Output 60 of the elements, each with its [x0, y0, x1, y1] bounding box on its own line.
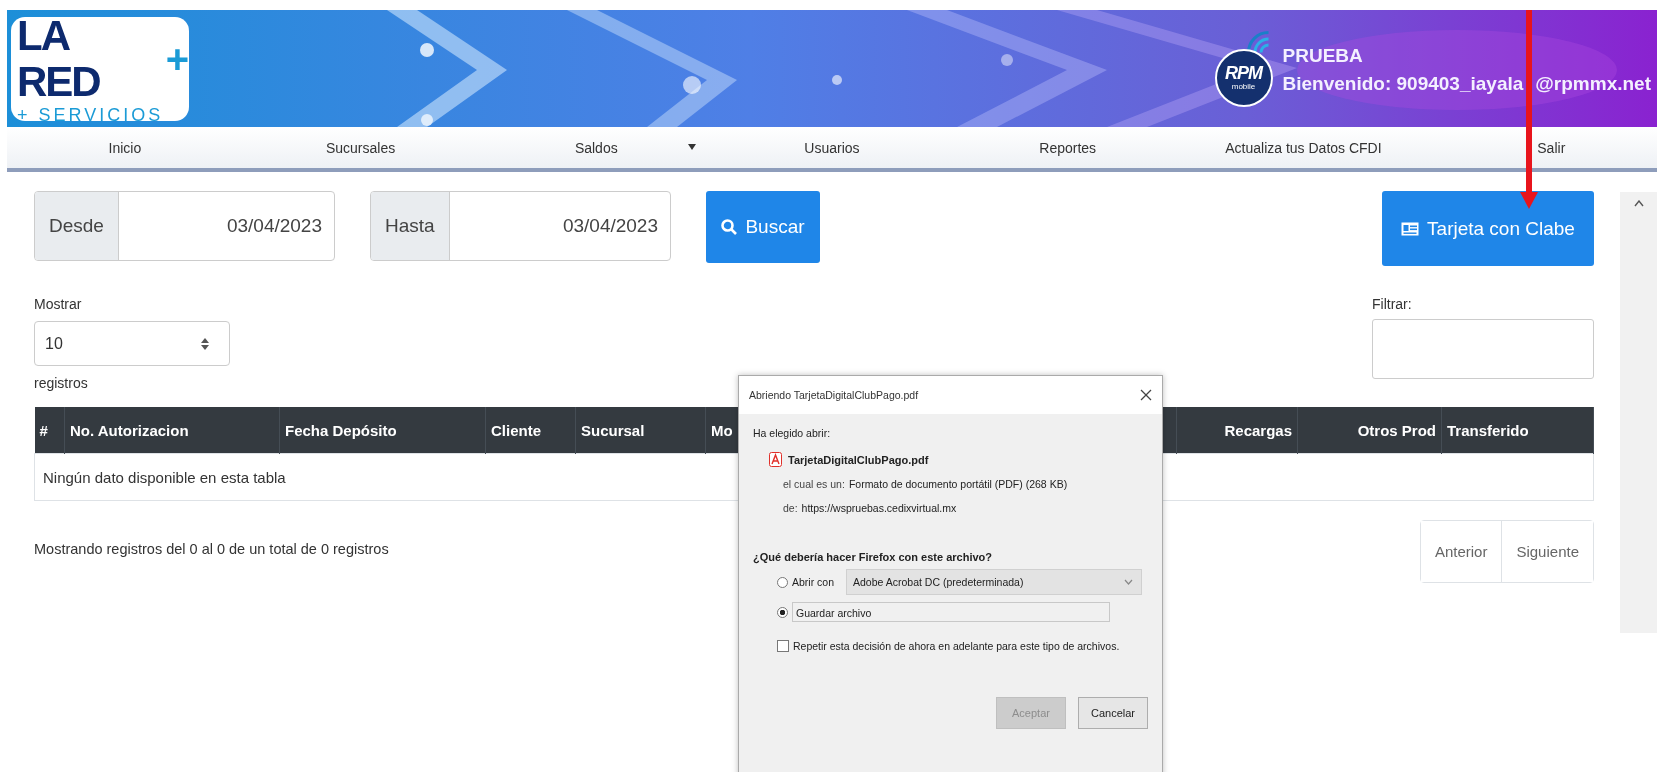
filter-label: Filtrar: [1372, 295, 1413, 313]
nav-link[interactable]: Usuarios [714, 127, 950, 168]
checkbox[interactable] [777, 640, 789, 652]
signal-icon [1246, 30, 1269, 53]
date-field[interactable]: Desde 03/04/2023 [34, 191, 335, 261]
column-header[interactable]: No. Autorizacion [64, 407, 280, 454]
email-text: @rpmmx.net [1535, 71, 1651, 96]
column-header[interactable]: Recargas [1176, 407, 1298, 454]
radio-button[interactable] [777, 606, 788, 618]
brand-name: RPM [1225, 64, 1262, 82]
nav-link[interactable]: Inicio [7, 127, 243, 168]
pdf-icon [769, 452, 782, 467]
company-name: PRUEBA [1282, 43, 1364, 68]
scroll-up-icon [1633, 200, 1644, 207]
logo-subtitle: + SERVICIOS [17, 104, 165, 125]
nav-link[interactable]: Actualiza tus Datos CFDI [1185, 127, 1422, 168]
dialog-button[interactable]: Cancelar [1078, 697, 1148, 729]
welcome-text: Bienvenido: 909403_iayala [1282, 71, 1524, 96]
field-label: de: [783, 501, 798, 515]
id-card-icon [1401, 221, 1420, 236]
column-header[interactable]: # [34, 407, 65, 454]
search-button[interactable]: Buscar [706, 191, 820, 263]
field-value: Formato de documento portátil (PDF) (268 KB) [848, 477, 1068, 491]
page-button[interactable]: Siguiente [1501, 521, 1593, 582]
brand-subtitle: mobile [1231, 82, 1256, 91]
column-header[interactable]: Cliente [485, 407, 576, 454]
column-header[interactable]: Fecha Depósito [279, 407, 486, 454]
length-label: Mostrar [34, 295, 83, 313]
close-icon [1140, 389, 1152, 401]
nav-link[interactable]: Reportes [949, 127, 1186, 168]
field-value: https://wspruebas.cedixvirtual.mx [801, 501, 957, 515]
length-suffix: registros [34, 374, 89, 392]
card-button[interactable]: Tarjeta con Clabe [1382, 191, 1594, 266]
search-icon [721, 219, 738, 235]
date-field[interactable]: Hasta 03/04/2023 [370, 191, 671, 261]
filter-field[interactable] [1372, 319, 1594, 379]
radio-button[interactable] [777, 576, 788, 588]
option-label[interactable]: Abrir con [792, 576, 834, 588]
question-text: ¿Qué debería hacer Firefox con este archivo? [753, 551, 994, 563]
caret-icon [688, 144, 697, 150]
records-info: Mostrando registros del 0 al 0 de un total de 0 registros [34, 540, 389, 559]
logo-plus: + [165, 38, 189, 79]
scrollbar[interactable] [1620, 192, 1657, 633]
checkbox-label[interactable]: Repetir esta decisión de ahora en adelante para este tipo de archivos. [793, 640, 1120, 652]
dialog-title: Abriendo TarjetaDigitalClubPago.pdf [749, 389, 919, 401]
column-header[interactable]: Sucursal [575, 407, 706, 454]
nav-link[interactable]: Sucursales [242, 127, 479, 168]
nav-link[interactable]: Salir [1421, 127, 1657, 168]
length-select[interactable]: 10 [34, 321, 230, 366]
chevron-down-icon [1124, 579, 1133, 585]
logo-text: LA RED [17, 12, 101, 105]
field-label: el cual es un: [783, 477, 845, 491]
sort-icon [201, 337, 209, 350]
column-header[interactable]: Otros Prod [1297, 407, 1442, 454]
column-header[interactable]: Transferido [1441, 407, 1594, 454]
dialog-text: Ha elegido abrir: [753, 426, 832, 440]
nav-link[interactable]: Saldos [478, 127, 715, 168]
option-label[interactable]: Guardar archivo [792, 602, 1110, 622]
file-name: TarjetaDigitalClubPago.pdf [788, 453, 929, 466]
app-dropdown[interactable]: Adobe Acrobat DC (predeterminada) [846, 569, 1142, 595]
